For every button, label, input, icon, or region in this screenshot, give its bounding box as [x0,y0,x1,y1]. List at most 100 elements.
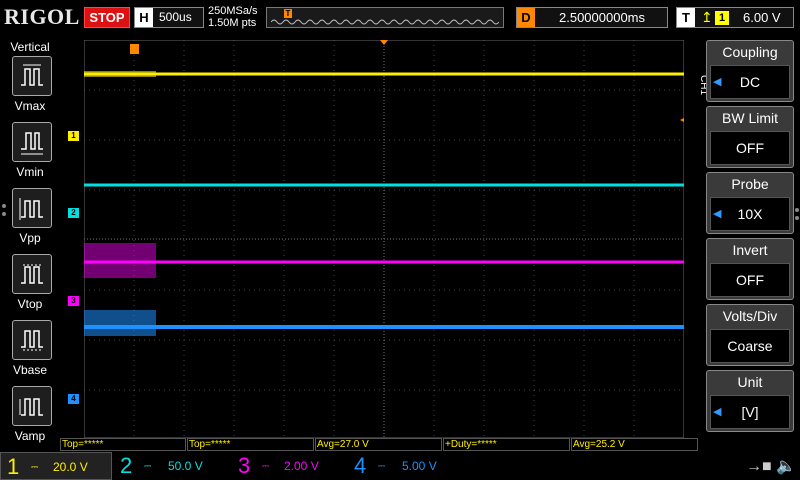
channel-3-number: 3 [238,453,251,478]
menu-probe-title: Probe [731,176,769,192]
vamp-icon [19,398,43,416]
scroll-indicator [795,208,799,212]
scroll-indicator [2,212,6,216]
timebase-box[interactable]: H 500us [134,7,204,28]
channel-1-number: 1 [7,454,20,479]
menu-probe-value-text: 10X [737,206,763,222]
trigger-position-icon: T [284,9,292,18]
menu-coupling-value-text: DC [739,74,761,90]
timebase-value: 500us [159,10,192,24]
menu-bw-limit-value: OFF [710,131,790,165]
brand-logo: RIGOL [4,4,80,29]
menu-probe-value: ◀ 10X [710,197,790,231]
channel-bar: 1 ⎓ 20.0 V 2 ⎓ 50.0 V 3 ⎓ 2.00 V 4 ⎓ 5.0… [0,452,800,480]
run-stop-button[interactable]: STOP [84,7,130,28]
channel-1-scale: 20.0 V [53,460,88,474]
trigger-time-marker-icon[interactable] [380,40,388,45]
trigger-level: 6.00 V [743,10,781,25]
measure-vmin-button[interactable] [12,122,52,162]
channel-3-status[interactable]: 3 ⎓ 2.00 V [234,452,346,480]
channel-4-status[interactable]: 4 ⎓ 5.00 V [352,452,464,480]
ch2-ground-marker[interactable]: 2 [68,208,79,218]
measure-vtop-button[interactable] [12,254,52,294]
dc-coupling-icon: ⎓ [144,461,152,471]
measurement-item[interactable]: Top=***** [187,438,314,451]
vmax-icon [21,64,43,86]
measurement-item[interactable]: Top=***** [60,438,186,451]
measure-vtop-label: Vtop [17,297,43,311]
menu-probe[interactable]: Probe ◀ 10X [706,172,794,234]
waveform-display[interactable] [84,40,684,438]
trigger-point-icon[interactable] [130,44,139,54]
graticule-center [84,40,684,438]
menu-coupling-value: ◀ DC [710,65,790,99]
menu-invert-title: Invert [732,242,768,258]
measurement-item[interactable]: +Duty=***** [443,438,570,451]
menu-volts-div-value: Coarse [710,329,790,363]
measure-vpp-label: Vpp [19,231,41,245]
delay-label: D [517,8,535,27]
sidebar-title: Vertical [10,40,50,54]
channel-2-status[interactable]: 2 ⎓ 50.0 V [116,452,228,480]
channel-2-scale: 50.0 V [168,459,203,473]
menu-unit-value-text: [V] [741,404,759,420]
trigger-level-marker-icon[interactable] [680,116,684,124]
menu-invert-value: OFF [710,263,790,297]
menu-bw-limit[interactable]: BW Limit OFF [706,106,794,168]
trigger-label: T [677,8,695,27]
measure-sidebar: Vertical Vmax Vmin Vpp Vtop Vbase Vamp [0,38,60,443]
dc-coupling-icon: ⎓ [31,462,39,472]
measurement-item[interactable]: Avg=27.0 V [315,438,442,451]
vmin-icon [21,132,43,155]
menu-volts-div[interactable]: Volts/Div Coarse [706,304,794,366]
timebase-label: H [135,8,153,27]
channel-menu: Coupling ◀ DC BW Limit OFF Probe ◀ 10X I… [700,38,800,434]
memory-overview[interactable]: T [266,7,504,28]
vtop-icon [21,264,43,284]
menu-bw-limit-title: BW Limit [722,110,778,126]
left-arrow-icon: ◀ [713,208,722,220]
left-arrow-icon: ◀ [713,76,722,88]
menu-coupling[interactable]: Coupling ◀ DC [706,40,794,102]
channel-4-number: 4 [354,453,367,478]
measure-vmax-button[interactable] [12,56,52,96]
scroll-indicator [2,204,6,208]
delay-box[interactable]: D 2.50000000ms [516,7,668,28]
delay-value: 2.50000000ms [559,10,646,25]
trigger-source: 1 [715,11,729,25]
sample-rate: 250MSa/s [208,5,258,17]
measurement-strip: Top=***** Top=***** Avg=27.0 V +Duty=***… [60,438,700,451]
menu-invert[interactable]: Invert OFF [706,238,794,300]
channel-3-scale: 2.00 V [284,459,319,473]
menu-unit-title: Unit [737,374,763,390]
channel-2-number: 2 [120,453,133,478]
measure-vmax-label: Vmax [14,99,46,113]
dc-coupling-icon: ⎓ [262,461,270,471]
ch1-ground-marker[interactable]: 1 [68,131,79,141]
left-arrow-icon: ◀ [713,406,722,418]
rising-edge-icon: ↥ [701,9,713,25]
measure-vbase-label: Vbase [12,363,48,377]
top-status-bar: RIGOL STOP H 500us 250MSa/s 1.50M pts T … [0,0,800,36]
channel-1-status[interactable]: 1 ⎓ 20.0 V [0,452,112,480]
memory-depth: 1.50M pts [208,17,257,29]
acquisition-info: 250MSa/s 1.50M pts [208,5,258,29]
measure-vamp-label: Vamp [14,429,46,443]
ch4-ground-marker[interactable]: 4 [68,394,79,404]
measurement-item[interactable]: Avg=25.2 V [571,438,698,451]
ch4-noise-band [84,310,156,336]
trigger-box[interactable]: T ↥ 1 6.00 V [676,7,794,28]
overview-wave-icon [271,19,499,25]
menu-coupling-title: Coupling [722,44,778,60]
vbase-icon [21,330,43,351]
measure-vbase-button[interactable] [12,320,52,360]
channel-4-scale: 5.00 V [402,459,437,473]
measure-vpp-button[interactable] [12,188,52,228]
vpp-icon [19,198,43,220]
menu-volts-div-title: Volts/Div [722,308,778,324]
menu-unit-value: ◀ [V] [710,395,790,429]
measure-vamp-button[interactable] [12,386,52,426]
menu-unit[interactable]: Unit ◀ [V] [706,370,794,432]
usb-icon: →■ 🔈 [745,458,796,475]
ch3-ground-marker[interactable]: 3 [68,296,79,306]
